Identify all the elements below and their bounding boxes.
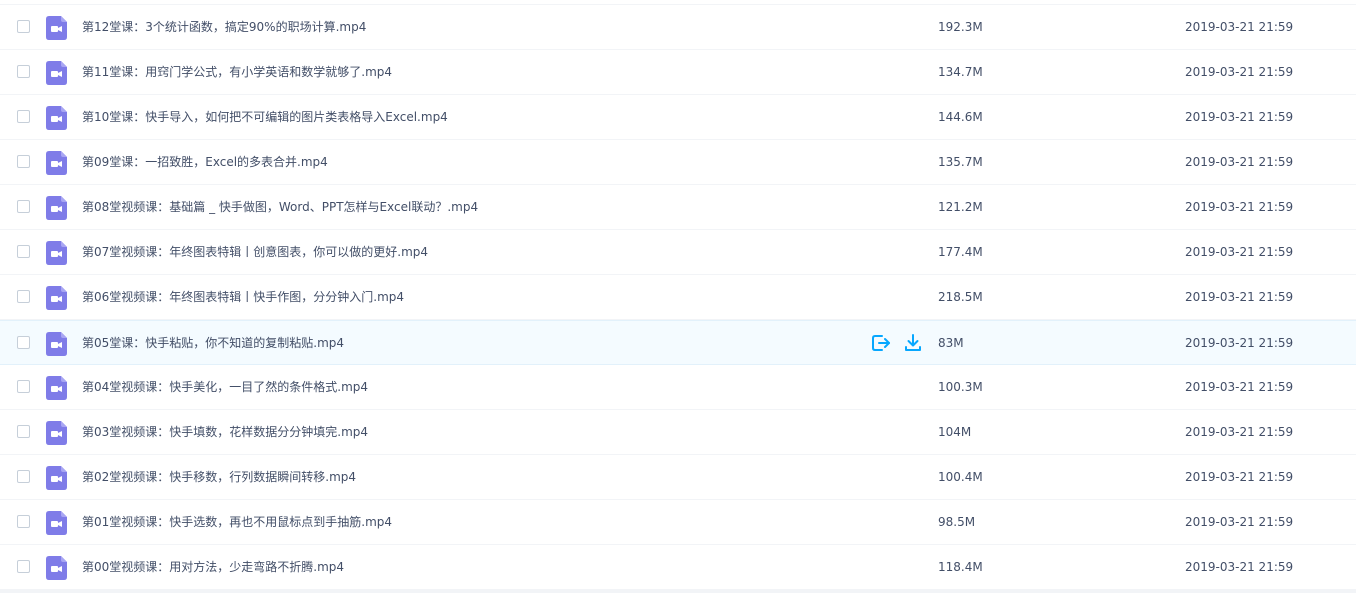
file-size: 177.4M [938, 245, 983, 259]
file-name[interactable]: 第11堂课：用窍门学公式，有小学英语和数学就够了.mp4 [82, 50, 392, 94]
file-size: 121.2M [938, 200, 983, 214]
download-icon[interactable] [903, 333, 923, 353]
video-file-icon [46, 16, 67, 40]
file-row-7[interactable]: 第05堂课：快手粘贴，你不知道的复制粘贴.mp4 83M 2019-03-21 … [0, 320, 1356, 365]
row-checkbox[interactable] [17, 65, 30, 78]
file-size: 100.4M [938, 470, 983, 484]
row-checkbox[interactable] [17, 380, 30, 393]
file-modified-date: 2019-03-21 21:59 [1185, 560, 1294, 574]
video-file-icon [46, 421, 67, 445]
file-row-0[interactable]: 第12堂课：3个统计函数，搞定90%的职场计算.mp4 192.3M 2019-… [0, 5, 1356, 50]
video-file-icon [46, 556, 67, 580]
file-name[interactable]: 第06堂视频课：年终图表特辑丨快手作图，分分钟入门.mp4 [82, 275, 404, 319]
row-checkbox[interactable] [17, 425, 30, 438]
video-file-icon [46, 241, 67, 265]
file-name[interactable]: 第07堂视频课：年终图表特辑丨创意图表，你可以做的更好.mp4 [82, 230, 428, 274]
video-file-icon [46, 511, 67, 535]
file-modified-date: 2019-03-21 21:59 [1185, 20, 1294, 34]
row-checkbox[interactable] [17, 155, 30, 168]
video-file-icon [46, 106, 67, 130]
file-size: 83M [938, 336, 964, 350]
file-row-3[interactable]: 第09堂课：一招致胜，Excel的多表合并.mp4 135.7M 2019-03… [0, 140, 1356, 185]
file-size: 135.7M [938, 155, 983, 169]
file-row-10[interactable]: 第02堂视频课：快手移数，行列数据瞬间转移.mp4 100.4M 2019-03… [0, 455, 1356, 500]
file-name[interactable]: 第00堂视频课：用对方法，少走弯路不折腾.mp4 [82, 545, 344, 589]
file-modified-date: 2019-03-21 21:59 [1185, 425, 1294, 439]
video-file-icon [46, 376, 67, 400]
row-checkbox[interactable] [17, 560, 30, 573]
file-size: 218.5M [938, 290, 983, 304]
file-name[interactable]: 第10堂课：快手导入，如何把不可编辑的图片类表格导入Excel.mp4 [82, 95, 448, 139]
file-size: 100.3M [938, 380, 983, 394]
file-row-2[interactable]: 第10堂课：快手导入，如何把不可编辑的图片类表格导入Excel.mp4 144.… [0, 95, 1356, 140]
video-file-icon [46, 61, 67, 85]
share-icon[interactable] [871, 333, 891, 353]
row-checkbox[interactable] [17, 290, 30, 303]
file-name[interactable]: 第03堂视频课：快手填数，花样数据分分钟填完.mp4 [82, 410, 368, 454]
file-size: 98.5M [938, 515, 976, 529]
file-name[interactable]: 第01堂视频课：快手选数，再也不用鼠标点到手抽筋.mp4 [82, 500, 392, 544]
file-row-12[interactable]: 第00堂视频课：用对方法，少走弯路不折腾.mp4 118.4M 2019-03-… [0, 545, 1356, 590]
file-row-5[interactable]: 第07堂视频课：年终图表特辑丨创意图表，你可以做的更好.mp4 177.4M 2… [0, 230, 1356, 275]
file-row-1[interactable]: 第11堂课：用窍门学公式，有小学英语和数学就够了.mp4 134.7M 2019… [0, 50, 1356, 95]
file-row-8[interactable]: 第04堂视频课：快手美化，一目了然的条件格式.mp4 100.3M 2019-0… [0, 365, 1356, 410]
file-modified-date: 2019-03-21 21:59 [1185, 110, 1294, 124]
file-modified-date: 2019-03-21 21:59 [1185, 200, 1294, 214]
file-list: 第12堂课：3个统计函数，搞定90%的职场计算.mp4 192.3M 2019-… [0, 4, 1356, 593]
file-row-6[interactable]: 第06堂视频课：年终图表特辑丨快手作图，分分钟入门.mp4 218.5M 201… [0, 275, 1356, 320]
file-row-9[interactable]: 第03堂视频课：快手填数，花样数据分分钟填完.mp4 104M 2019-03-… [0, 410, 1356, 455]
file-row-4[interactable]: 第08堂视频课：基础篇 _ 快手做图，Word、PPT怎样与Excel联动？.m… [0, 185, 1356, 230]
file-name[interactable]: 第12堂课：3个统计函数，搞定90%的职场计算.mp4 [82, 5, 366, 49]
file-name[interactable]: 第08堂视频课：基础篇 _ 快手做图，Word、PPT怎样与Excel联动？.m… [82, 185, 478, 229]
file-modified-date: 2019-03-21 21:59 [1185, 245, 1294, 259]
row-checkbox[interactable] [17, 470, 30, 483]
video-file-icon [46, 466, 67, 490]
file-modified-date: 2019-03-21 21:59 [1185, 515, 1294, 529]
row-checkbox[interactable] [17, 200, 30, 213]
file-name[interactable]: 第02堂视频课：快手移数，行列数据瞬间转移.mp4 [82, 455, 356, 499]
file-size: 104M [938, 425, 972, 439]
row-checkbox[interactable] [17, 336, 30, 349]
file-modified-date: 2019-03-21 21:59 [1185, 65, 1294, 79]
file-modified-date: 2019-03-21 21:59 [1185, 470, 1294, 484]
file-size: 192.3M [938, 20, 983, 34]
file-size: 144.6M [938, 110, 983, 124]
row-checkbox[interactable] [17, 245, 30, 258]
file-size: 118.4M [938, 560, 983, 574]
file-modified-date: 2019-03-21 21:59 [1185, 380, 1294, 394]
file-size: 134.7M [938, 65, 983, 79]
video-file-icon [46, 196, 67, 220]
video-file-icon [46, 151, 67, 175]
file-name[interactable]: 第04堂视频课：快手美化，一目了然的条件格式.mp4 [82, 365, 368, 409]
row-checkbox[interactable] [17, 515, 30, 528]
row-checkbox[interactable] [17, 110, 30, 123]
file-modified-date: 2019-03-21 21:59 [1185, 155, 1294, 169]
row-checkbox[interactable] [17, 20, 30, 33]
file-modified-date: 2019-03-21 21:59 [1185, 336, 1294, 350]
video-file-icon [46, 332, 67, 356]
file-name[interactable]: 第05堂课：快手粘贴，你不知道的复制粘贴.mp4 [82, 321, 344, 365]
video-file-icon [46, 286, 67, 310]
file-modified-date: 2019-03-21 21:59 [1185, 290, 1294, 304]
file-name[interactable]: 第09堂课：一招致胜，Excel的多表合并.mp4 [82, 140, 328, 184]
file-row-11[interactable]: 第01堂视频课：快手选数，再也不用鼠标点到手抽筋.mp4 98.5M 2019-… [0, 500, 1356, 545]
